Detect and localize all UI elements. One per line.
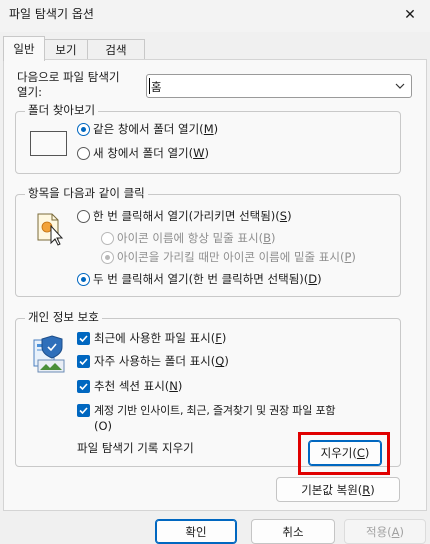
privacy-legend: 개인 정보 보호 [25,310,102,325]
click-items-legend: 항목을 다음과 같이 클릭 [25,186,148,201]
radio-underline-hover[interactable]: 아이콘을 가리킬 때만 아이콘 이름에 밑줄 표시(P) [101,250,356,265]
cancel-button[interactable]: 취소 [251,519,335,544]
radio-new-window[interactable]: 새 창에서 폴더 열기(W) [77,146,209,161]
account-based-accesskey: (O) [94,419,113,433]
radio-underline-always[interactable]: 아이콘 이름에 항상 밑줄 표시(B) [101,231,275,246]
window-title: 파일 탐색기 옵션 [9,7,94,21]
checkbox-indicator [77,404,90,417]
radio-indicator [101,251,114,264]
click-cursor-icon [36,212,66,249]
open-in-dropdown[interactable]: 홈 [146,74,412,98]
close-icon: ✕ [404,7,416,23]
radio-indicator [77,210,90,223]
checkbox-frequent-folders[interactable]: 자주 사용하는 폴더 표시(Q) [77,354,229,369]
title-bar: 파일 탐색기 옵션 ✕ [0,0,430,32]
close-button[interactable]: ✕ [390,0,430,30]
tab-general[interactable]: 일반 [3,36,45,61]
radio-indicator [101,232,114,245]
open-in-label: 다음으로 파일 탐색기 [17,70,120,84]
tab-search[interactable]: 검색 [87,39,145,60]
checkbox-indicator [77,355,90,368]
folder-window-icon [30,131,68,160]
checkbox-account-based[interactable]: 계정 기반 인사이트, 최근, 즐겨찾기 및 권장 파일 포함 [77,403,335,418]
ok-button[interactable]: 확인 [155,519,237,544]
text-cursor [149,78,150,94]
restore-defaults-button[interactable]: 기본값 복원(R) [276,477,400,502]
open-in-value: 홈 [151,80,162,94]
radio-indicator [77,273,90,286]
radio-double-click[interactable]: 두 번 클릭해서 열기(한 번 클릭하면 선택됨)(D) [77,272,322,287]
clear-history-label: 파일 탐색기 기록 지우기 [77,441,194,455]
tab-view[interactable]: 보기 [44,39,88,60]
radio-same-window[interactable]: 같은 창에서 폴더 열기(M) [77,122,218,137]
radio-single-click[interactable]: 한 번 클릭해서 열기(가리키면 선택됨)(S) [77,209,292,224]
browse-folders-legend: 폴더 찾아보기 [25,103,99,118]
checkbox-indicator [77,332,90,345]
radio-indicator [77,123,90,136]
apply-button[interactable]: 적용(A) [344,519,426,544]
checkbox-recent-files[interactable]: 최근에 사용한 파일 표시(F) [77,331,226,346]
highlight-box [298,432,390,475]
chevron-down-icon [393,77,407,98]
browse-folders-group: 폴더 찾아보기 [15,103,401,174]
radio-indicator [77,147,90,160]
open-in-label-line2: 열기: [17,85,43,99]
privacy-icon [32,334,70,377]
checkbox-recommended[interactable]: 추천 섹션 표시(N) [77,379,182,394]
checkbox-indicator [77,380,90,393]
